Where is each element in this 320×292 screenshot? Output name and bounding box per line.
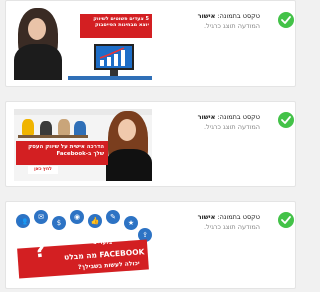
model-face: [118, 119, 136, 141]
ad-thumbnail[interactable]: הדרכה אישית על שיווק העסק שלך ב-Facebook…: [14, 109, 152, 181]
ad-review-card[interactable]: 5 צעדים פשוטים לשיווק יוצא מבחינות הפייס…: [5, 0, 296, 87]
people-icon: 👥: [16, 214, 30, 228]
location-icon: ◉: [70, 210, 84, 224]
ad-status: טקסט בתמונה: אישור המודעה תוצג כרגיל.: [160, 12, 260, 31]
model-body: [14, 44, 62, 80]
ad-headline-banner: 5 צעדים פשוטים לשיווק יוצא מבחינות הפייס…: [80, 14, 152, 38]
ad-thumbnail[interactable]: 👥 ✉ $ ◉ 👍 ✎ ★ ⇪ ? בלעדי ב FACEBOOK מה מב…: [14, 210, 152, 284]
cartoon-person: [58, 119, 70, 135]
ad-kicker: בלעדי ב: [93, 240, 112, 246]
status-description: המודעה תוצג כרגיל.: [203, 22, 260, 30]
star-icon: ★: [124, 216, 138, 230]
ad-status: טקסט בתמונה: אישור המודעה תוצג כרגיל.: [160, 213, 260, 232]
growth-chart-icon: [99, 47, 125, 66]
ad-status: טקסט בתמונה: אישור המודעה תוצג כרגיל.: [160, 113, 260, 132]
ad-bottom-strip: [68, 76, 152, 80]
mail-icon: ✉: [34, 210, 48, 224]
model-body: [106, 149, 152, 181]
ad-review-card[interactable]: 👥 ✉ $ ◉ 👍 ✎ ★ ⇪ ? בלעדי ב FACEBOOK מה מב…: [5, 201, 296, 289]
ad-thumbnail[interactable]: 5 צעדים פשוטים לשיווק יוצא מבחינות הפייס…: [14, 8, 152, 80]
like-icon: 👍: [88, 214, 102, 228]
approved-check-icon: [278, 112, 294, 128]
dollar-icon: $: [52, 216, 66, 230]
question-mark-graphic: ?: [32, 237, 48, 263]
approved-check-icon: [278, 12, 294, 28]
approved-check-icon: [278, 212, 294, 228]
model-face: [28, 18, 46, 40]
ad-cta-button: לחץ כאן: [28, 166, 58, 174]
monitor-graphic: [94, 44, 134, 70]
ad-review-card[interactable]: הדרכה אישית על שיווק העסק שלך ב-Facebook…: [5, 101, 296, 187]
status-title: טקסט בתמונה: אישור: [197, 113, 260, 121]
chat-icon: ✎: [106, 210, 120, 224]
ad-headline-banner: הדרכה אישית על שיווק העסק שלך ב-Facebook: [16, 141, 108, 165]
status-title: טקסט בתמונה: אישור: [197, 213, 260, 221]
status-description: המודעה תוצג כרגיל.: [203, 223, 260, 231]
desk-graphic: [18, 135, 88, 138]
ad-review-list: 5 צעדים פשוטים לשיווק יוצא מבחינות הפייס…: [0, 0, 300, 292]
status-description: המודעה תוצג כרגיל.: [203, 123, 260, 131]
cartoon-person: [22, 119, 34, 135]
status-title: טקסט בתמונה: אישור: [197, 12, 260, 20]
